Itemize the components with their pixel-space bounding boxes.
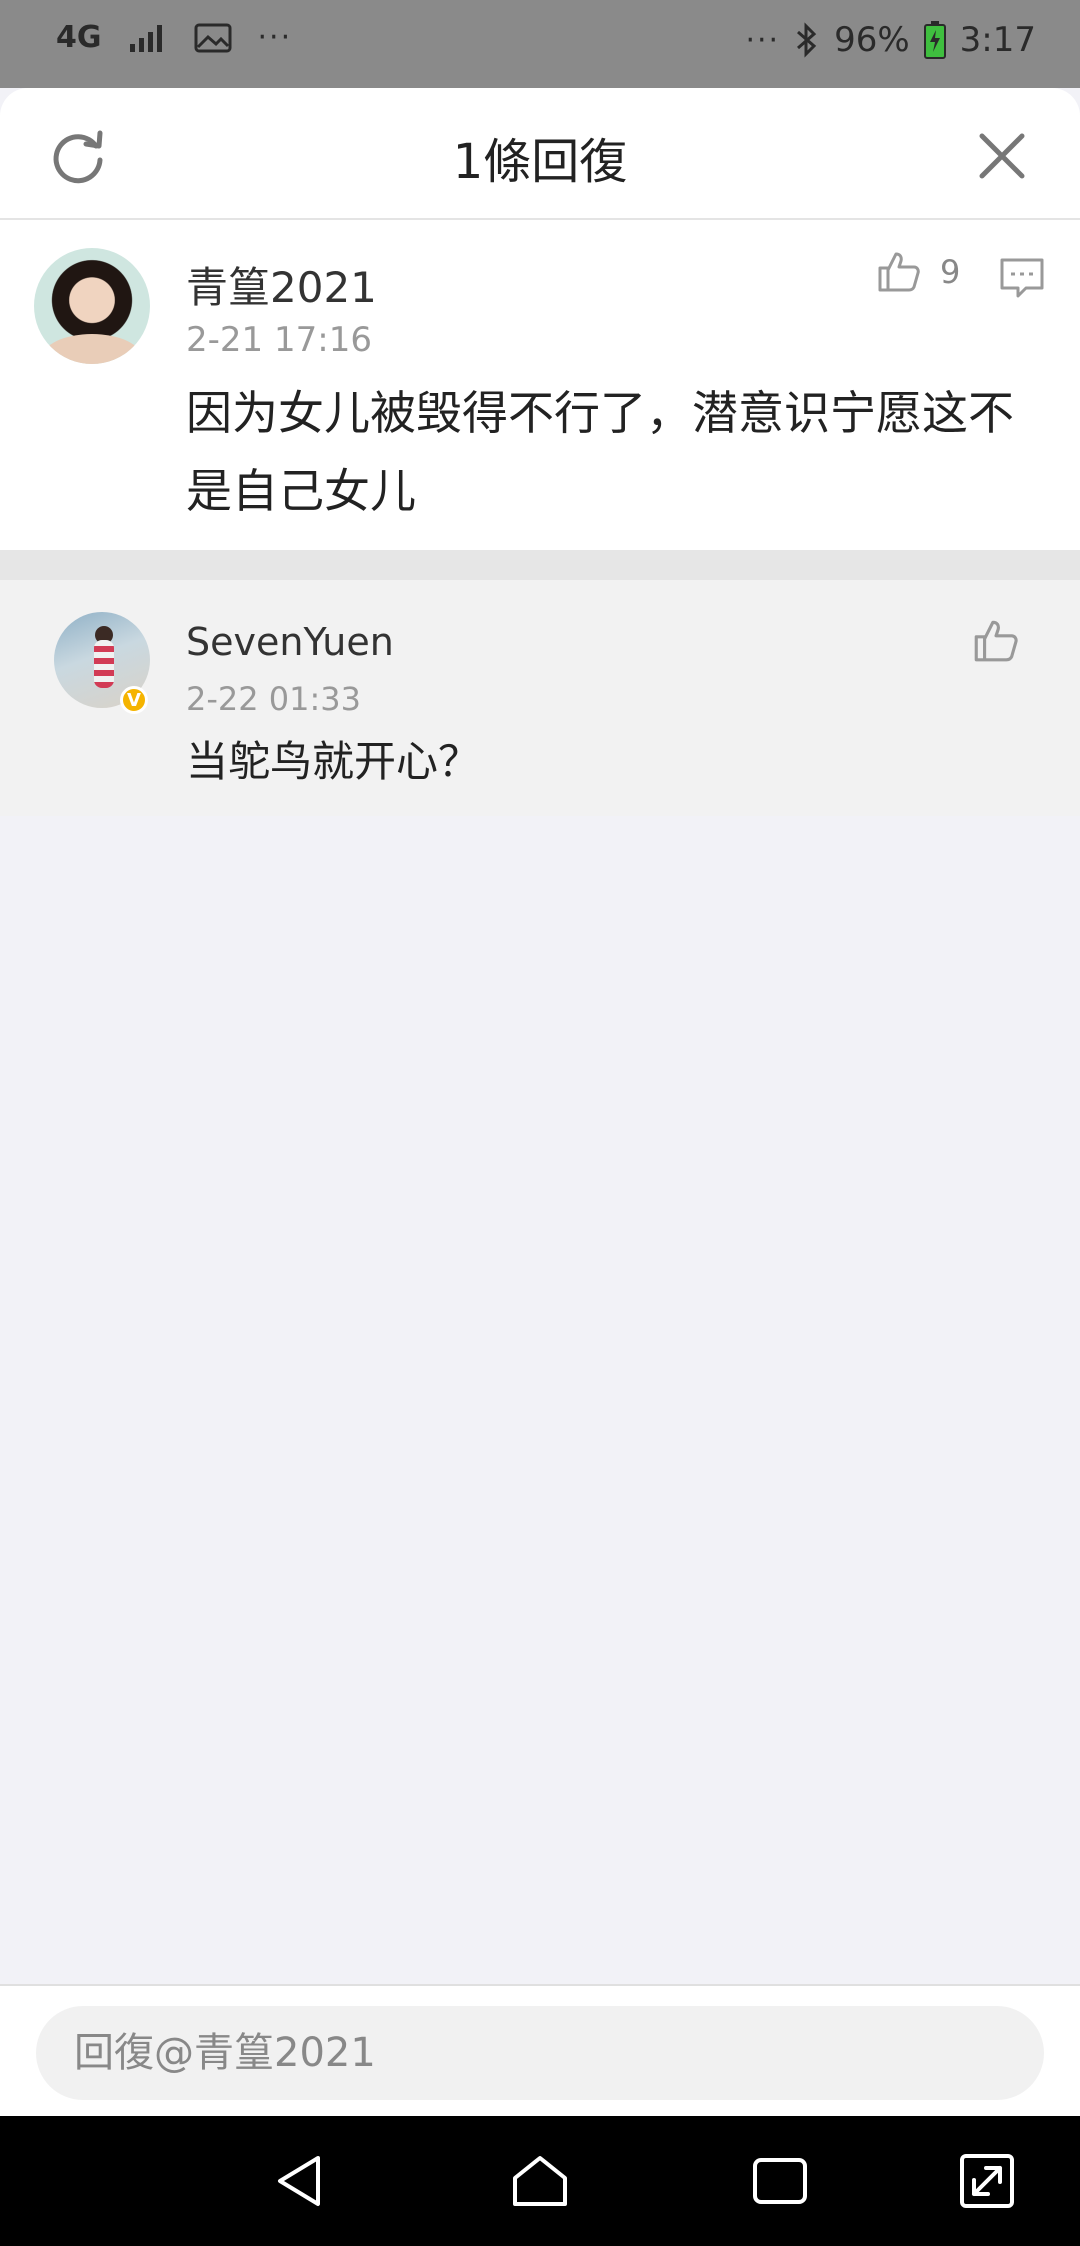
main-comment: 青篁2021 2-21 17:16 因为女儿被毁得不行了，潜意识宁愿这不是自己女… [0, 220, 1080, 550]
verified-badge-icon: V [120, 686, 148, 714]
reply-item: V SevenYuen 2-22 01:33 当鸵鸟就开心？ [0, 580, 1080, 816]
comment-username[interactable]: 青篁2021 [186, 254, 377, 315]
close-icon[interactable] [970, 124, 1034, 188]
signal-icon [129, 24, 162, 52]
section-divider [0, 550, 1080, 580]
navigation-bar [0, 2116, 1080, 2246]
recent-apps-icon[interactable] [747, 2148, 813, 2214]
reply-username[interactable]: SevenYuen [186, 620, 394, 664]
battery-percent: 96% [834, 20, 910, 60]
more-notifications: ··· [257, 20, 293, 55]
battery-charging-icon [923, 21, 946, 59]
comment-like-button[interactable]: 9 [874, 248, 960, 296]
like-count: 9 [940, 253, 961, 291]
comment-reply-icon[interactable] [998, 254, 1046, 302]
reply-text: 当鸵鸟就开心？ [186, 737, 481, 786]
sheet-header: 1條回復 [0, 88, 1080, 220]
sheet-title: 1條回復 [452, 134, 628, 190]
thumbs-up-icon [878, 252, 920, 292]
gallery-icon [194, 23, 231, 52]
comment-time: 2-21 17:16 [186, 320, 372, 360]
reply-bar [0, 1984, 1080, 2116]
avatar[interactable] [34, 248, 150, 364]
network-type: 4G [56, 19, 102, 55]
reply-input[interactable] [36, 2006, 1044, 2100]
status-bar: 4G ··· ··· 96% 3:17 [0, 0, 1080, 88]
more-status: ··· [745, 22, 781, 58]
thumbs-up-icon[interactable] [970, 616, 1020, 666]
reply-time: 2-22 01:33 [186, 680, 362, 718]
expand-icon[interactable] [954, 2148, 1020, 2214]
replies-sheet: 1條回復 青篁2021 2-21 17:16 因为女儿被毁得不行了，潜意识宁愿这… [0, 88, 1080, 2116]
home-icon[interactable] [507, 2148, 573, 2214]
back-icon[interactable] [268, 2148, 334, 2214]
bluetooth-icon [797, 22, 817, 58]
comment-text: 因为女儿被毁得不行了，潜意识宁愿这不是自己女儿 [186, 386, 1014, 518]
clock: 3:17 [959, 20, 1036, 60]
